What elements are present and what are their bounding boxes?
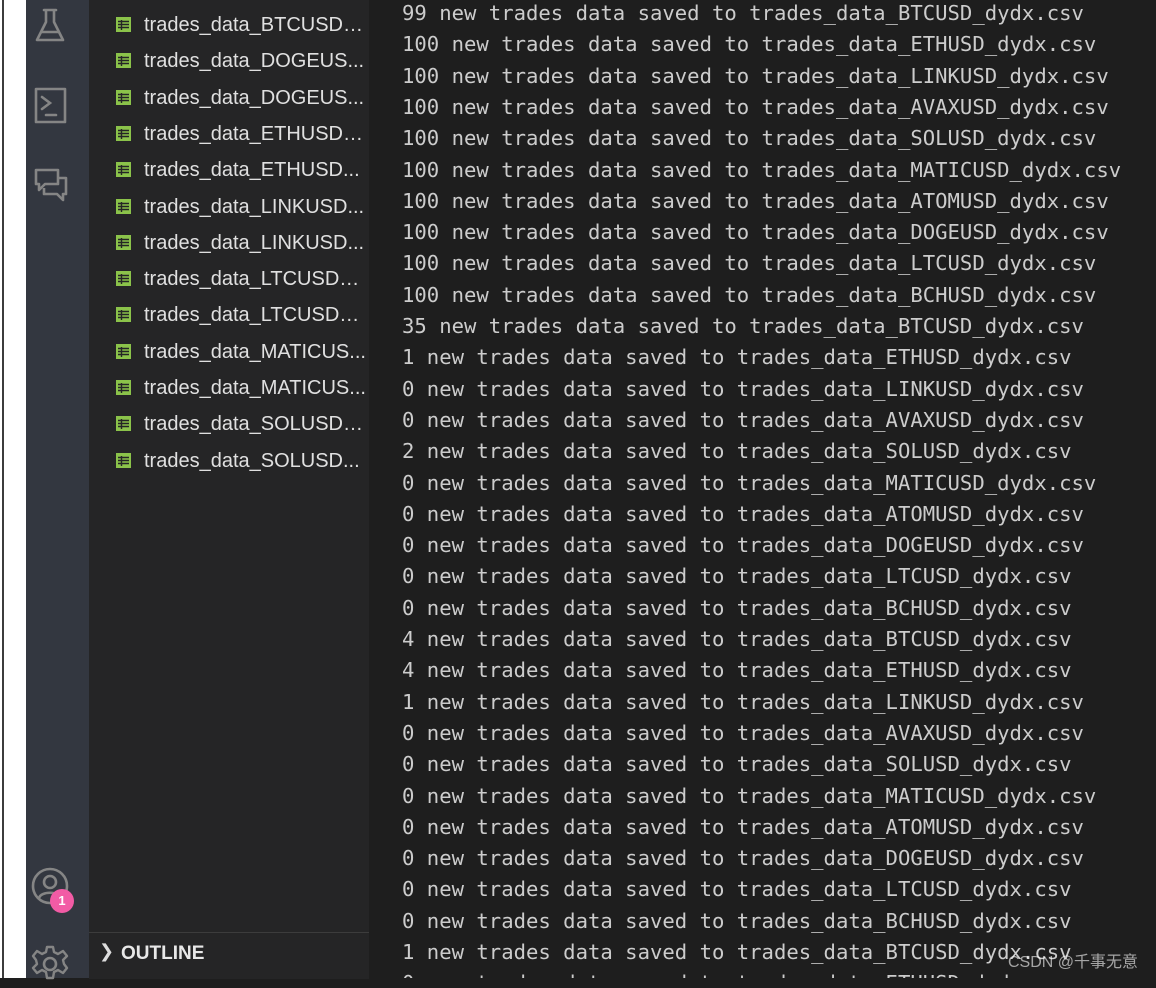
- file-name: trades_data_ETHUSD_...: [144, 122, 366, 145]
- spreadsheet-icon: [115, 306, 132, 323]
- file-item[interactable]: trades_data_MATICUS...: [89, 370, 369, 406]
- terminal-line: 100 new trades data saved to trades_data…: [402, 188, 1109, 213]
- terminal-line: 0 new trades data saved to trades_data_L…: [402, 877, 1072, 902]
- spreadsheet-icon: [115, 52, 132, 69]
- spreadsheet-icon: [115, 125, 132, 142]
- file-item[interactable]: trades_data_DOGEUS...: [89, 80, 369, 116]
- spreadsheet-icon: [115, 415, 132, 432]
- terminal-line: 0 new trades data saved to trades_data_B…: [402, 908, 1072, 933]
- terminal-line: 0 new trades data saved to trades_data_M…: [402, 783, 1097, 808]
- terminal-line: 0 new trades data saved to trades_data_L…: [402, 564, 1072, 589]
- file-name: trades_data_LTCUSD_...: [144, 268, 366, 291]
- file-item[interactable]: trades_data_MATICUS...: [89, 334, 369, 370]
- terminal-line: 1 new trades data saved to trades_data_L…: [402, 689, 1084, 714]
- terminal-line: 4 new trades data saved to trades_data_B…: [402, 627, 1072, 651]
- spreadsheet-icon: [115, 379, 132, 396]
- spreadsheet-icon: [115, 343, 132, 360]
- file-name: trades_data_SOLUSD...: [144, 449, 360, 472]
- terminal-line: 1 new trades data saved to trades_data_B…: [402, 940, 1072, 964]
- spreadsheet-icon: [115, 198, 132, 215]
- terminal-line: 100 new trades data saved to trades_data…: [402, 282, 1097, 307]
- file-name: trades_data_DOGEUS...: [144, 86, 365, 109]
- spreadsheet-icon: [115, 16, 132, 33]
- spreadsheet-icon: [115, 89, 132, 106]
- terminal-icon[interactable]: [30, 86, 70, 126]
- chevron-right-icon: ❯: [99, 941, 115, 962]
- terminal-line: 100 new trades data saved to trades_data…: [402, 32, 1097, 57]
- terminal-line: 0 new trades data saved to trades_data_L…: [402, 376, 1084, 401]
- terminal-line: 1 new trades data saved to trades_data_E…: [402, 345, 1072, 370]
- terminal-line: 100 new trades data saved to trades_data…: [402, 63, 1109, 88]
- terminal-line: 99 new trades data saved to trades_data_…: [402, 1, 1084, 25]
- file-name: trades_data_LINKUSD...: [144, 231, 365, 254]
- spreadsheet-icon: [115, 234, 132, 251]
- file-item[interactable]: trades_data_SOLUSD...: [89, 443, 369, 479]
- file-name: trades_data_BTCUSDC...: [144, 14, 366, 36]
- outline-section-header[interactable]: ❯ OUTLINE: [89, 932, 369, 979]
- file-name: trades_data_MATICUS...: [144, 377, 366, 399]
- spreadsheet-icon: [115, 161, 132, 178]
- testing-icon[interactable]: [30, 6, 70, 46]
- terminal-line: 0 new trades data saved to trades_data_D…: [402, 533, 1084, 558]
- settings-gear-icon[interactable]: [30, 944, 70, 984]
- terminal-panel[interactable]: 99 new trades data saved to trades_data_…: [369, 0, 1156, 978]
- file-item[interactable]: trades_data_LINKUSD...: [89, 225, 369, 261]
- comments-icon[interactable]: [30, 164, 70, 204]
- terminal-line: 100 new trades data saved to trades_data…: [402, 251, 1097, 276]
- spreadsheet-icon: [115, 270, 132, 287]
- terminal-line: 0 new trades data saved to trades_data_A…: [402, 501, 1084, 526]
- file-name: trades_data_LINKUSD...: [144, 195, 365, 218]
- outline-title: OUTLINE: [121, 943, 205, 964]
- file-item[interactable]: trades_data_DOGEUS...: [89, 43, 369, 79]
- file-item[interactable]: trades_data_ETHUSD_...: [89, 116, 369, 152]
- terminal-line: 100 new trades data saved to trades_data…: [402, 220, 1109, 245]
- terminal-line: 0 new trades data saved to trades_data_D…: [402, 846, 1084, 871]
- terminal-line: 100 new trades data saved to trades_data…: [402, 94, 1109, 119]
- account-badge: 1: [50, 889, 74, 913]
- terminal-line: 0 new trades data saved to trades_data_S…: [402, 752, 1072, 777]
- file-name: trades_data_SOLUSD_...: [144, 413, 366, 436]
- spreadsheet-icon: [115, 452, 132, 469]
- file-item[interactable]: trades_data_LTCUSD_...: [89, 261, 369, 297]
- terminal-line: 0 new trades data saved to trades_data_A…: [402, 407, 1084, 432]
- explorer-sidebar: trades_data_BTCUSDC... trades_data_DOGEUS…: [89, 0, 369, 979]
- file-name: trades_data_DOGEUS...: [144, 50, 365, 73]
- terminal-line: 0 new trades data saved to trades_data_E…: [402, 970, 1072, 978]
- file-name: trades_data_LTCUSDC...: [144, 304, 366, 327]
- terminal-line: 35 new trades data saved to trades_data_…: [402, 314, 1084, 338]
- terminal-line: 4 new trades data saved to trades_data_E…: [402, 658, 1072, 683]
- terminal-line: 2 new trades data saved to trades_data_S…: [402, 439, 1072, 464]
- window-edge: [0, 0, 26, 978]
- terminal-line: 0 new trades data saved to trades_data_A…: [402, 814, 1084, 839]
- activity-bar: 1: [26, 0, 89, 980]
- file-name: trades_data_MATICUS...: [144, 340, 366, 363]
- file-item[interactable]: trades_data_ETHUSD...: [89, 152, 369, 188]
- file-item[interactable]: trades_data_LINKUSD...: [89, 189, 369, 225]
- terminal-line: 0 new trades data saved to trades_data_B…: [402, 595, 1072, 620]
- file-name: trades_data_ETHUSD...: [144, 159, 360, 182]
- terminal-line: 100 new trades data saved to trades_data…: [402, 126, 1097, 151]
- file-item[interactable]: trades_data_BTCUSDC...: [89, 7, 369, 43]
- terminal-line: 0 new trades data saved to trades_data_M…: [402, 470, 1097, 495]
- file-item[interactable]: trades_data_SOLUSD_...: [89, 406, 369, 442]
- watermark: CSDN @千事无意: [1007, 954, 1138, 971]
- terminal-line: 100 new trades data saved to trades_data…: [402, 157, 1122, 182]
- terminal-line: 0 new trades data saved to trades_data_A…: [402, 720, 1084, 745]
- file-item[interactable]: trades_data_LTCUSDC...: [89, 297, 369, 333]
